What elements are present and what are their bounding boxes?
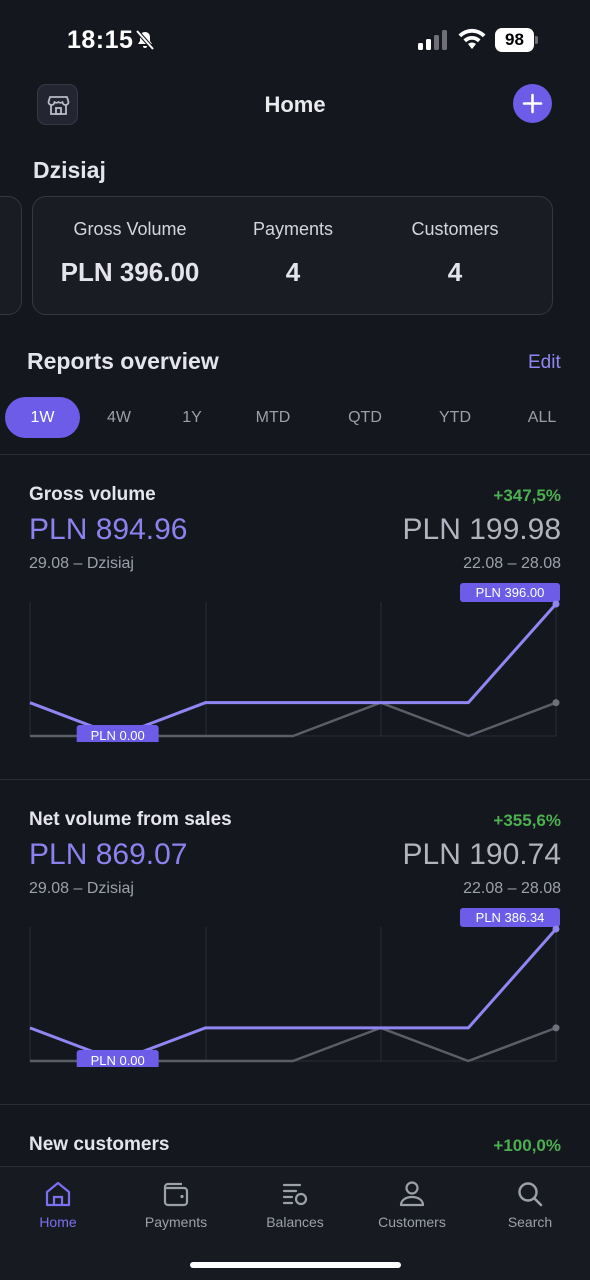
balances-icon [282, 1183, 308, 1206]
signal-icon [418, 30, 447, 50]
max-value-label: PLN 396.00 [476, 585, 545, 600]
metric-payments: Payments 4 [206, 219, 380, 288]
reports-title: Reports overview [27, 348, 219, 374]
metric-label: Gross Volume [73, 219, 187, 239]
status-bar: 18:15 98 [0, 0, 590, 80]
metric-customers: Customers 4 [368, 219, 542, 288]
home-icon [45, 1181, 71, 1207]
report-previous-value: PLN 190.74 [402, 838, 561, 871]
tab-label: Customers [378, 1214, 446, 1230]
battery-tip [535, 36, 538, 44]
report-current-value: PLN 869.07 [29, 838, 188, 871]
add-button[interactable] [513, 84, 552, 123]
today-summary-card[interactable]: Gross Volume PLN 396.00 Payments 4 Custo… [32, 196, 553, 315]
page-title: Home [264, 92, 326, 117]
tab-label: Home [39, 1214, 77, 1230]
report-change: +355,6% [493, 811, 561, 830]
report-previous-range: 22.08 – 28.08 [463, 555, 561, 572]
series-previous-end-point [552, 699, 560, 707]
plus-icon [522, 93, 543, 114]
series-current-end-point [552, 600, 560, 608]
report-current-range: 29.08 – Dzisiaj [29, 880, 134, 897]
gross-volume-chart: PLN 0.00 PLN 396.00 [29, 583, 560, 742]
min-value-label: PLN 0.00 [91, 728, 145, 742]
search-icon [518, 1182, 543, 1207]
report-change: +347,5% [493, 486, 561, 505]
series-current-line [29, 603, 558, 738]
period-all[interactable]: ALL [512, 397, 572, 438]
report-title: Net volume from sales [29, 809, 232, 830]
period-1y[interactable]: 1Y [162, 397, 222, 438]
user-icon [399, 1181, 425, 1207]
divider [0, 779, 590, 780]
tab-home[interactable]: Home [8, 1179, 108, 1230]
report-current-value: PLN 894.96 [29, 513, 188, 546]
divider [0, 1104, 590, 1105]
tab-payments[interactable]: Payments [126, 1179, 226, 1230]
report-previous-value: PLN 199.98 [402, 513, 561, 546]
today-title: Dzisiaj [33, 157, 106, 183]
metric-label: Payments [252, 219, 334, 239]
tab-label: Payments [144, 1214, 208, 1230]
edit-reports-button[interactable]: Edit [528, 352, 561, 374]
tab-label: Balances [266, 1214, 324, 1230]
wallet-icon [163, 1182, 189, 1207]
series-current-line [29, 928, 558, 1063]
period-mtd[interactable]: MTD [238, 397, 308, 438]
report-current-range: 29.08 – Dzisiaj [29, 555, 134, 572]
report-title: Gross volume [29, 484, 156, 505]
metric-gross-volume: Gross Volume PLN 396.00 [43, 219, 217, 288]
tab-search[interactable]: Search [480, 1179, 580, 1230]
home-indicator [190, 1262, 401, 1268]
metric-value: 4 [447, 257, 463, 287]
bell-muted-icon [135, 29, 155, 51]
net-volume-chart: PLN 0.00 PLN 386.34 [29, 908, 560, 1067]
wifi-icon [458, 28, 486, 49]
report-title: New customers [29, 1134, 170, 1155]
tab-customers[interactable]: Customers [362, 1179, 462, 1230]
metric-label: Customers [411, 219, 499, 239]
period-selector: 1W 4W 1Y MTD QTD YTD ALL [0, 397, 590, 438]
report-change: +100,0% [493, 1136, 561, 1155]
max-value-label: PLN 386.34 [476, 910, 545, 925]
status-time: 18:15 [67, 26, 134, 54]
battery-indicator: 98 [495, 28, 539, 52]
tab-balances[interactable]: Balances [245, 1179, 345, 1230]
min-value-label: PLN 0.00 [91, 1053, 145, 1067]
nav-header: Home [0, 80, 590, 130]
metric-value: PLN 396.00 [60, 257, 200, 287]
period-ytd[interactable]: YTD [420, 397, 490, 438]
previous-summary-card[interactable] [0, 196, 22, 315]
metric-value: 4 [285, 257, 301, 287]
period-qtd[interactable]: QTD [330, 397, 400, 438]
battery-level: 98 [495, 28, 534, 52]
divider [0, 454, 590, 455]
series-previous-end-point [552, 1024, 560, 1032]
period-1w[interactable]: 1W [5, 397, 80, 438]
report-previous-range: 22.08 – 28.08 [463, 880, 561, 897]
series-current-end-point [552, 925, 560, 933]
tab-label: Search [507, 1214, 553, 1230]
period-4w[interactable]: 4W [89, 397, 149, 438]
